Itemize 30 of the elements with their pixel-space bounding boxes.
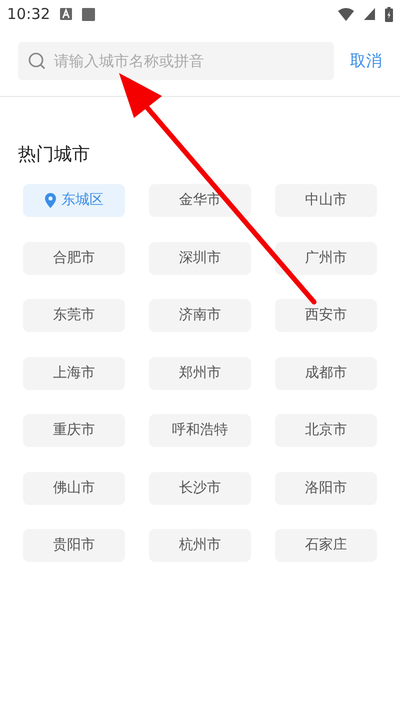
signal-icon bbox=[364, 8, 375, 20]
city-chip[interactable]: 东莞市 bbox=[23, 299, 125, 332]
keyboard-icon bbox=[60, 8, 72, 20]
city-chip[interactable]: 贵阳市 bbox=[23, 529, 125, 562]
battery-icon bbox=[385, 6, 393, 22]
section-title: 热门城市 bbox=[17, 143, 91, 167]
city-chip[interactable]: 济南市 bbox=[149, 299, 251, 332]
city-chip[interactable]: 石家庄 bbox=[275, 529, 377, 562]
square-icon bbox=[82, 8, 96, 20]
city-chip[interactable]: 上海市 bbox=[23, 356, 125, 390]
city-chip[interactable]: 长沙市 bbox=[149, 472, 251, 504]
city-chip[interactable]: 中山市 bbox=[275, 184, 377, 217]
city-chip[interactable]: 洛阳市 bbox=[275, 472, 377, 504]
city-chip[interactable]: 佛山市 bbox=[23, 472, 125, 504]
city-chip[interactable]: 北京市 bbox=[275, 414, 377, 447]
city-chip[interactable]: 重庆市 bbox=[23, 414, 125, 447]
city-chip[interactable]: 郑州市 bbox=[149, 356, 251, 390]
city-chip[interactable]: 金华市 bbox=[149, 184, 251, 217]
search-icon bbox=[28, 52, 46, 70]
city-chip[interactable]: 呼和浩特 bbox=[149, 414, 251, 447]
city-chip[interactable]: 杭州市 bbox=[149, 529, 251, 562]
search-field[interactable]: 请输入城市名称或拼音 bbox=[18, 42, 334, 80]
wifi-icon bbox=[338, 8, 354, 20]
city-chip[interactable]: 深圳市 bbox=[149, 242, 251, 274]
location-pin-icon bbox=[44, 193, 56, 208]
city-chip[interactable]: 成都市 bbox=[275, 356, 377, 390]
city-chip[interactable]: 合肥市 bbox=[23, 242, 125, 274]
city-chip[interactable]: 西安市 bbox=[275, 299, 377, 332]
city-chip[interactable]: 广州市 bbox=[275, 242, 377, 274]
status-time: 10:32 bbox=[7, 4, 50, 25]
